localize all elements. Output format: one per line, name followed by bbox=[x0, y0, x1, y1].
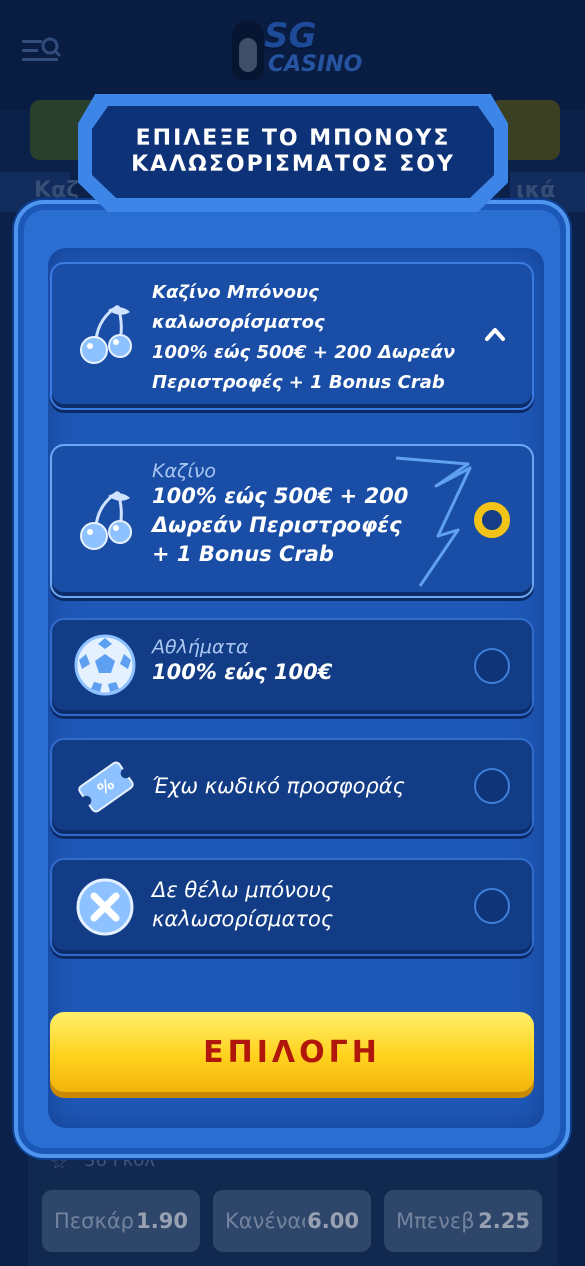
radio-casino-selected[interactable] bbox=[474, 502, 510, 538]
select-button[interactable]: ΕΠΙΛΟΓΗ bbox=[50, 1012, 534, 1092]
option-promo-text: Έχω κωδικό προσφοράς bbox=[152, 772, 405, 801]
option-promo-code[interactable]: % Έχω κωδικό προσφοράς bbox=[50, 738, 534, 836]
option-no-bonus[interactable]: Δε θέλω μπόνους καλωσορίσματος bbox=[50, 858, 534, 956]
option-no-bonus-line-1: Δε θέλω μπόνους bbox=[152, 878, 334, 902]
summary-line-2: καλωσορίσματος bbox=[152, 312, 325, 333]
option-casino-label: Καζίνο bbox=[152, 460, 216, 482]
title-plate: ΕΠΙΛΕΞΕ ΤΟ ΜΠΟΝΟΥΣ ΚΑΛΩΣΟΡΙΣΜΑΤΟΣ ΣΟΥ bbox=[92, 106, 494, 198]
radio-promo-code[interactable] bbox=[474, 768, 510, 804]
summary-line-3: 100% εώς 500€ + 200 Δωρεάν bbox=[152, 342, 456, 363]
modal-title: ΕΠΙΛΕΞΕ ΤΟ ΜΠΟΝΟΥΣ ΚΑΛΩΣΟΡΙΣΜΑΤΟΣ ΣΟΥ bbox=[131, 126, 455, 177]
coupon-icon: % bbox=[78, 761, 134, 813]
option-casino-text: Καζίνο 100% εώς 500€ + 200 Δωρεάν Περιστ… bbox=[152, 460, 408, 569]
select-button-label: ΕΠΙΛΟΓΗ bbox=[203, 1034, 381, 1070]
option-promo-line-1: Έχω κωδικό προσφοράς bbox=[152, 774, 405, 798]
chevron-up-icon[interactable] bbox=[484, 326, 506, 342]
radio-sports[interactable] bbox=[474, 648, 510, 684]
summary-line-4: Περιστροφές + 1 Bonus Crab bbox=[152, 372, 445, 393]
option-no-bonus-text: Δε θέλω μπόνους καλωσορίσματος bbox=[152, 876, 333, 934]
radio-no-bonus[interactable] bbox=[474, 888, 510, 924]
cherry-icon bbox=[80, 490, 132, 550]
option-casino-line-3: + 1 Bonus Crab bbox=[152, 542, 334, 566]
option-casino-line-1: 100% εώς 500€ + 200 bbox=[152, 484, 409, 508]
option-casino[interactable]: Καζίνο 100% εώς 500€ + 200 Δωρεάν Περιστ… bbox=[50, 444, 534, 598]
soccer-ball-icon bbox=[74, 634, 136, 696]
option-sports-label: Αθλήματα bbox=[152, 636, 249, 658]
option-sports-text: Αθλήματα 100% εώς 100€ bbox=[152, 636, 332, 687]
option-sports-line-1: 100% εώς 100€ bbox=[152, 660, 333, 684]
summary-text: Καζίνο Μπόνους καλωσορίσματος 100% εώς 5… bbox=[152, 278, 455, 398]
option-no-bonus-line-2: καλωσορίσματος bbox=[152, 907, 334, 931]
option-sports[interactable]: Αθλήματα 100% εώς 100€ bbox=[50, 618, 534, 716]
cherry-icon bbox=[80, 304, 132, 364]
summary-line-1: Καζίνο Μπόνους bbox=[152, 282, 319, 303]
close-x-icon bbox=[76, 878, 134, 936]
option-casino-line-2: Δωρεάν Περιστροφές bbox=[152, 513, 402, 537]
bonus-summary-card[interactable]: Καζίνο Μπόνους καλωσορίσματος 100% εώς 5… bbox=[50, 262, 534, 410]
